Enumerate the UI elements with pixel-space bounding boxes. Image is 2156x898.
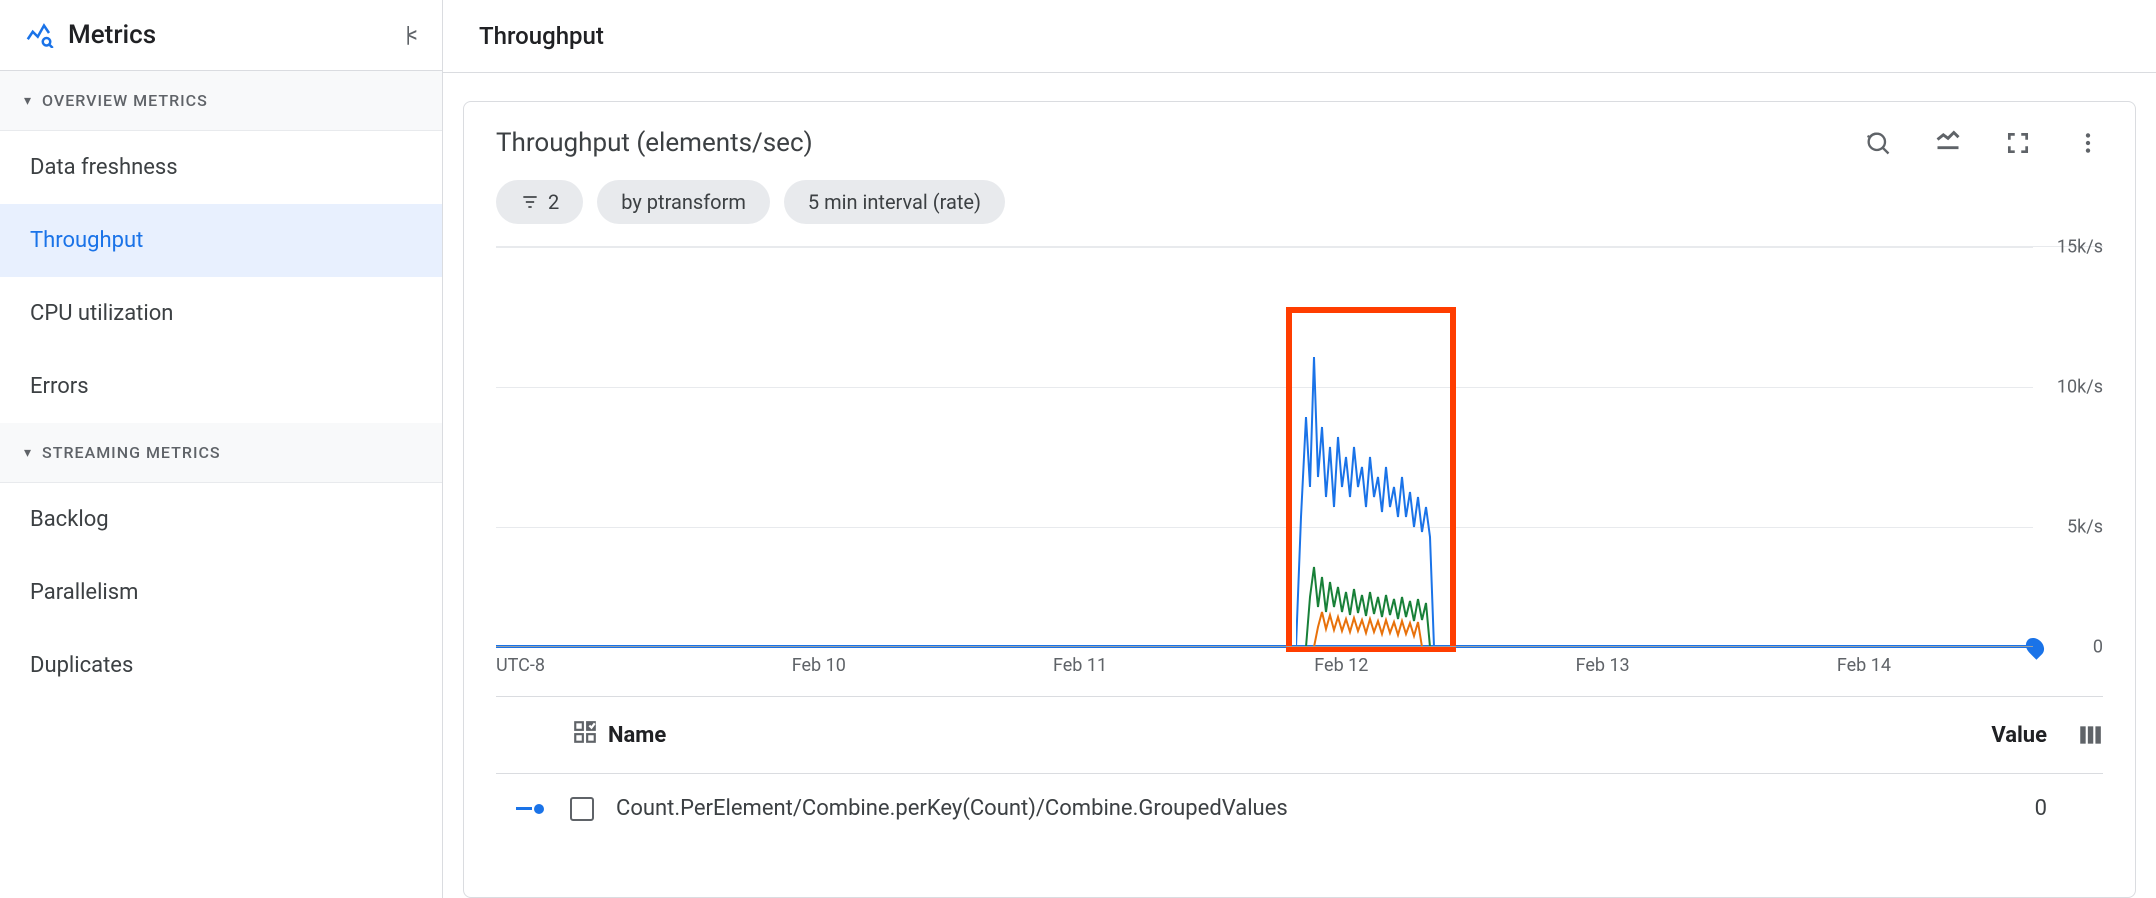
- metrics-icon: [24, 18, 54, 52]
- chart-series-spike: [1296, 337, 1456, 647]
- legend-toggle-icon[interactable]: [1933, 128, 1963, 158]
- legend-series-value: 0: [2035, 796, 2047, 821]
- sidebar-item-backlog[interactable]: Backlog: [0, 483, 442, 556]
- throughput-chart[interactable]: 15k/s 10k/s 5k/s 0 UTC-8 Feb 10: [496, 246, 2103, 686]
- chart-title: Throughput (elements/sec): [496, 128, 1863, 158]
- legend-header: Name Value: [496, 696, 2103, 774]
- page-title: Throughput: [443, 0, 2156, 73]
- groupby-chip[interactable]: by ptransform: [597, 180, 770, 224]
- sidebar-item-errors[interactable]: Errors: [0, 350, 442, 423]
- fullscreen-icon[interactable]: [2003, 128, 2033, 158]
- chevron-down-icon: ▾: [24, 445, 32, 461]
- x-tick-label: Feb 10: [792, 655, 846, 676]
- x-tick-label: Feb 13: [1576, 655, 1630, 676]
- sidebar-item-duplicates[interactable]: Duplicates: [0, 629, 442, 702]
- y-tick-label: 0: [2093, 637, 2103, 658]
- legend-name-header[interactable]: Name: [608, 723, 666, 748]
- legend-series-name: Count.PerElement/Combine.perKey(Count)/C…: [616, 796, 2035, 821]
- series-color-icon: [516, 804, 546, 814]
- legend-checkbox[interactable]: [570, 797, 594, 821]
- section-overview-metrics[interactable]: ▾ OVERVIEW METRICS: [0, 71, 442, 131]
- legend-select-icon[interactable]: [572, 719, 598, 751]
- x-axis: UTC-8 Feb 10 Feb 11 Feb 12 Feb 13 Feb 14: [496, 646, 2033, 686]
- filter-chip[interactable]: 2: [496, 180, 583, 224]
- chevron-down-icon: ▾: [24, 93, 32, 109]
- sidebar-title: Metrics: [68, 20, 387, 50]
- sidebar: Metrics |< ▾ OVERVIEW METRICS Data fresh…: [0, 0, 443, 898]
- x-tick-label: Feb 14: [1837, 655, 1891, 676]
- main-content: Throughput Throughput (elements/sec): [443, 0, 2156, 898]
- section-label: STREAMING METRICS: [42, 443, 221, 462]
- x-tick-label: Feb 12: [1314, 655, 1368, 676]
- section-label: OVERVIEW METRICS: [42, 91, 208, 110]
- sidebar-item-parallelism[interactable]: Parallelism: [0, 556, 442, 629]
- more-options-icon[interactable]: [2073, 128, 2103, 158]
- x-tick-label: Feb 11: [1053, 655, 1107, 676]
- sidebar-header: Metrics |<: [0, 0, 442, 71]
- y-tick-label: 5k/s: [2067, 517, 2103, 538]
- collapse-sidebar-button[interactable]: |<: [401, 19, 418, 52]
- y-tick-label: 15k/s: [2057, 237, 2103, 258]
- columns-icon[interactable]: [2077, 722, 2103, 748]
- filter-count: 2: [548, 190, 559, 214]
- sidebar-item-throughput[interactable]: Throughput: [0, 204, 442, 277]
- legend-row[interactable]: Count.PerElement/Combine.perKey(Count)/C…: [496, 774, 2103, 843]
- chart-card: Throughput (elements/sec): [463, 101, 2136, 898]
- sidebar-item-data-freshness[interactable]: Data freshness: [0, 131, 442, 204]
- interval-chip[interactable]: 5 min interval (rate): [784, 180, 1005, 224]
- sidebar-item-cpu-utilization[interactable]: CPU utilization: [0, 277, 442, 350]
- timezone-label: UTC-8: [496, 655, 545, 676]
- y-tick-label: 10k/s: [2057, 377, 2103, 398]
- legend-value-header[interactable]: Value: [1991, 723, 2047, 748]
- reset-zoom-icon[interactable]: [1863, 128, 1893, 158]
- section-streaming-metrics[interactable]: ▾ STREAMING METRICS: [0, 423, 442, 483]
